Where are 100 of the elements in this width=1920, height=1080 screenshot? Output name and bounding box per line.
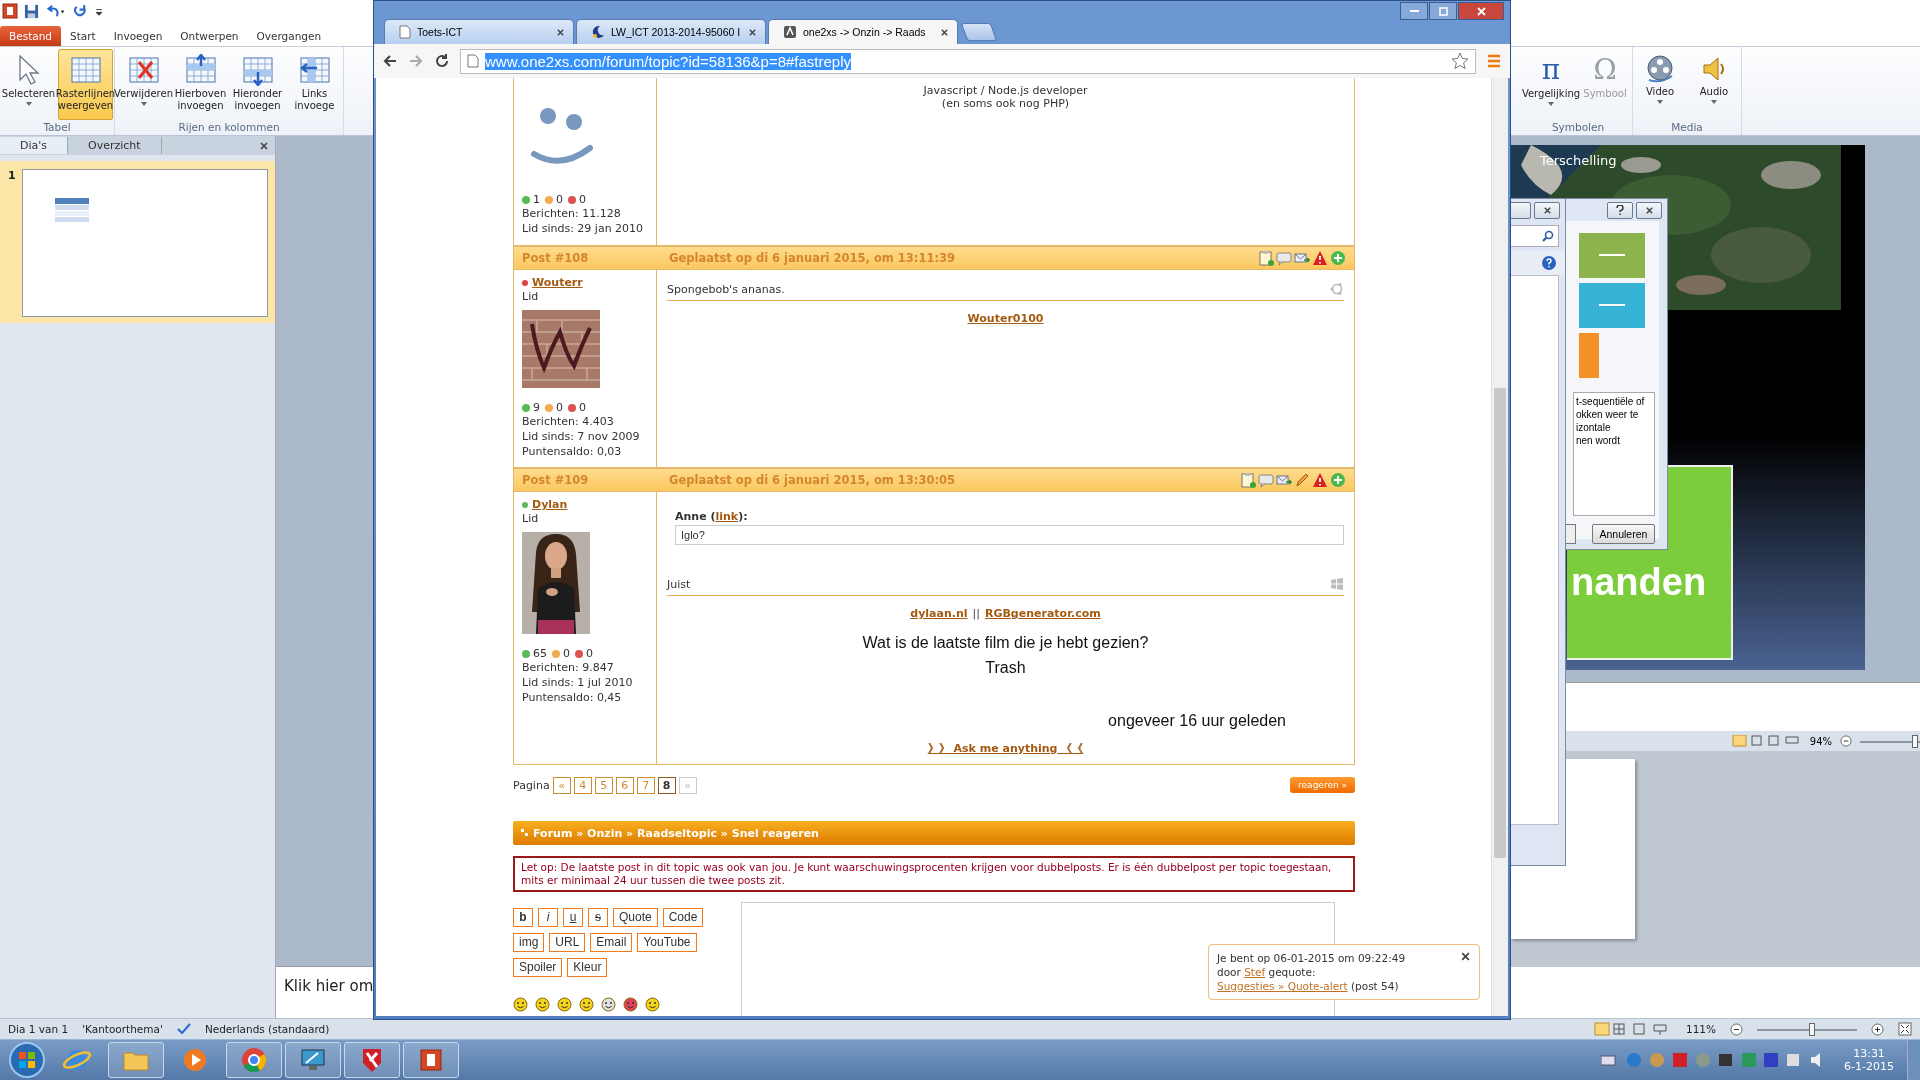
ribbon-button[interactable]: Hierboven invoegen: [173, 49, 228, 120]
new-tab-button[interactable]: [960, 23, 998, 41]
warning-icon[interactable]: [1312, 472, 1328, 488]
close-icon[interactable]: [1460, 951, 1471, 962]
fit-window-icon[interactable]: [1898, 1022, 1912, 1036]
warning-icon[interactable]: [1312, 250, 1328, 266]
ribbon-tab[interactable]: Ontwerpen: [171, 26, 248, 46]
close-icon[interactable]: [259, 140, 269, 151]
language-label[interactable]: Nederlands (standaard): [204, 1023, 330, 1035]
user-link[interactable]: Stef: [1244, 966, 1266, 978]
close-tab-icon[interactable]: [748, 27, 757, 37]
ribbon-button[interactable]: Verwijderen: [116, 49, 171, 120]
format-button[interactable]: Kleur: [567, 958, 608, 977]
smiley-icon[interactable]: [557, 997, 572, 1012]
slide-thumbnail-row[interactable]: 1: [0, 161, 275, 323]
close-icon[interactable]: [1542, 205, 1552, 215]
format-button[interactable]: s: [588, 908, 608, 927]
smiley-icon[interactable]: [623, 997, 638, 1012]
taskbar-app[interactable]: [285, 1042, 341, 1078]
zoom-slider[interactable]: [1860, 734, 1920, 748]
presentation-app-icon[interactable]: [2, 3, 18, 19]
browser-tab[interactable]: LW_ICT 2013-2014-95060 I: [576, 19, 766, 44]
zoom-level[interactable]: 94%: [1809, 735, 1832, 747]
close-icon[interactable]: [1644, 205, 1654, 215]
author-link[interactable]: Dylan: [532, 498, 568, 511]
karma-count: 0: [556, 193, 563, 206]
format-button[interactable]: URL: [549, 933, 586, 952]
page-link[interactable]: 8: [657, 776, 676, 794]
format-button[interactable]: Quote: [613, 908, 658, 927]
slider-thumb[interactable]: [1912, 734, 1919, 748]
format-button[interactable]: img: [513, 933, 545, 952]
format-button[interactable]: Spoiler: [513, 958, 563, 977]
slide-thumbnail[interactable]: [21, 169, 268, 317]
smiley-icon[interactable]: [535, 997, 550, 1012]
close-button[interactable]: [1458, 2, 1504, 20]
format-button[interactable]: YouTube: [637, 933, 697, 952]
author-link[interactable]: Wouterr: [532, 276, 583, 289]
smiley-icon[interactable]: [513, 997, 528, 1012]
signature-link[interactable]: Wouter0100: [967, 312, 1044, 325]
quote-link[interactable]: link: [715, 510, 739, 523]
smiley-icon[interactable]: [579, 997, 594, 1012]
ribbon-button[interactable]: Video: [1634, 49, 1686, 120]
close-button[interactable]: [1636, 201, 1662, 219]
close-button[interactable]: [1534, 201, 1560, 219]
close-tab-icon[interactable]: [556, 27, 565, 37]
ribbon-tab[interactable]: Start: [61, 26, 105, 46]
ribbon-tab[interactable]: Bestand: [0, 26, 61, 46]
clock-date[interactable]: 6-1-2015: [1844, 1060, 1894, 1073]
clipboard-icon[interactable]: [1258, 250, 1274, 266]
format-button[interactable]: Code: [662, 908, 704, 927]
format-button[interactable]: i: [538, 908, 558, 927]
maximize-button[interactable]: [1429, 2, 1457, 20]
start-button[interactable]: [8, 1041, 46, 1079]
save-icon[interactable]: [24, 3, 39, 19]
ribbon-tab[interactable]: Overgangen: [247, 26, 331, 46]
plus-icon[interactable]: [1330, 472, 1346, 488]
star-icon[interactable]: [1451, 52, 1469, 70]
zoom-out-icon[interactable]: [1730, 1022, 1743, 1036]
reload-icon[interactable]: [434, 53, 450, 69]
undo-icon[interactable]: [45, 3, 67, 19]
topic-link[interactable]: Suggesties » Quote-alert: [1217, 980, 1348, 992]
cancel-button[interactable]: Annuleren: [1591, 524, 1655, 544]
browser-tab[interactable]: one2xs -> Onzin -> Raads: [768, 19, 958, 44]
taskbar-app[interactable]: [403, 1042, 459, 1078]
taskbar-app[interactable]: [344, 1042, 400, 1078]
plus-icon[interactable]: [1330, 250, 1346, 266]
ribbon-tab[interactable]: Invoegen: [104, 26, 172, 46]
user-role: Lid: [522, 512, 540, 525]
pane-tab[interactable]: Overzicht: [68, 137, 162, 154]
ribbon-button[interactable]: Links invoege: [287, 49, 342, 120]
taskbar-app[interactable]: [226, 1042, 282, 1078]
smiley-icon[interactable]: [645, 997, 660, 1012]
signature-link[interactable]: dylaan.nl: [910, 607, 968, 620]
ribbon-button[interactable]: Hieronder invoegen: [230, 49, 285, 120]
help-icon: [1616, 205, 1624, 215]
zoom-in-icon[interactable]: [1871, 1022, 1884, 1036]
browser-tab[interactable]: Toets-ICT: [384, 19, 574, 44]
redo-icon[interactable]: [73, 3, 88, 19]
scrollbar[interactable]: [1491, 78, 1508, 1016]
signature-link[interactable]: RGBgenerator.com: [984, 607, 1101, 620]
close-tab-icon[interactable]: [940, 27, 949, 37]
slider-thumb[interactable]: [1809, 1022, 1815, 1036]
zoom-level[interactable]: 111%: [1685, 1023, 1716, 1035]
scrollbar-thumb[interactable]: [1494, 388, 1506, 858]
ribbon-button[interactable]: Selecteren: [1, 49, 56, 120]
pencil-icon[interactable]: [1294, 472, 1310, 488]
pane-tab[interactable]: Dia's: [0, 137, 69, 154]
menu-icon[interactable]: [1486, 53, 1502, 69]
minimize-button[interactable]: [1400, 2, 1428, 20]
ribbon-button[interactable]: Audio: [1688, 49, 1740, 120]
format-button[interactable]: b: [513, 908, 533, 927]
format-button[interactable]: u: [563, 908, 583, 927]
help-button[interactable]: [1607, 201, 1633, 219]
back-icon[interactable]: [382, 53, 398, 69]
spellcheck-icon[interactable]: [176, 1023, 191, 1035]
help-icon[interactable]: [1541, 255, 1557, 271]
smiley-icon[interactable]: [601, 997, 616, 1012]
format-button[interactable]: Email: [590, 933, 633, 952]
clipboard-icon[interactable]: [1240, 472, 1256, 488]
signature-link[interactable]: 》》 Ask me anything 《《: [927, 742, 1084, 755]
